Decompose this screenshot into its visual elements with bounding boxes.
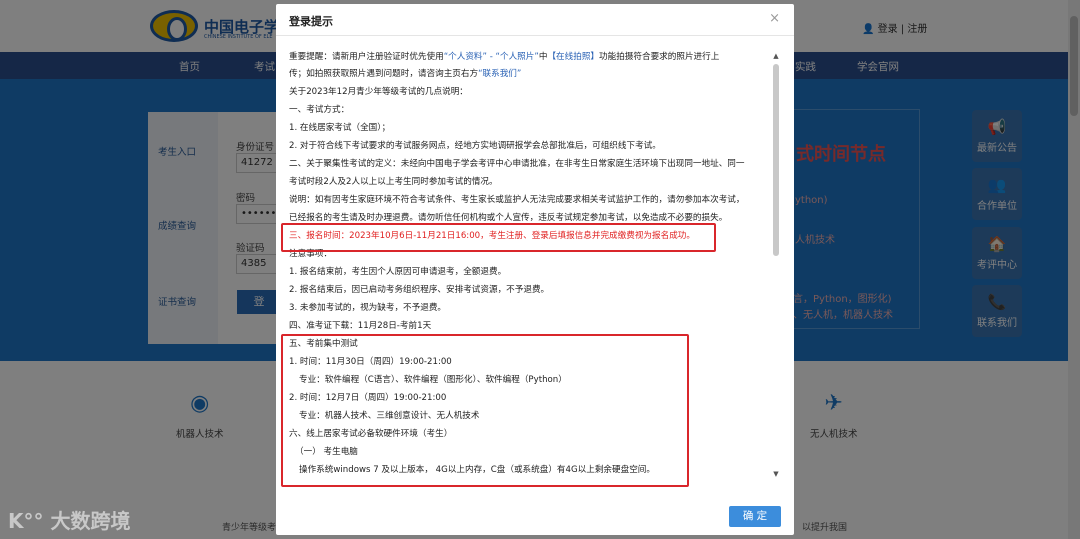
notice-line-1: 重要提醒：请新用户注册验证时优先使用“个人资料” - “个人照片”中【在线拍照】… [289, 51, 719, 63]
dialog-scrollbar[interactable]: ▲ ▼ [772, 52, 780, 480]
notice-text: 重要提醒：请新用户注册验证时优先使用 [289, 52, 444, 62]
notice-paragraph: 二、关于聚集性考试的定义：未经向中国电子学会考评中心申请批准，在非考生日常家庭生… [289, 159, 745, 169]
dialog-title: 登录提示 [289, 15, 333, 28]
notice-paragraph: 四、准考证下载：11月28日-考前1天 [289, 321, 432, 331]
notice-paragraph: 1. 在线居家考试（全国）； [289, 123, 391, 133]
notice-text: 传；如拍照获取照片遇到问题时，请咨询主页右方 [289, 69, 479, 79]
notice-paragraph: 1. 报名结束前，考生因个人原因可申请退考，全额退费。 [289, 267, 507, 277]
scroll-down-arrow-icon[interactable]: ▼ [772, 470, 780, 478]
notice-paragraph: 2. 对于符合线下考试要求的考试服务网点，经地方实地调研报学会总部批准后，可组织… [289, 141, 661, 151]
dialog-header: 登录提示 × [276, 4, 794, 36]
notice-paragraph: 3. 未参加考试的，视为缺考，不予退费。 [289, 303, 447, 313]
close-icon[interactable]: × [769, 11, 780, 26]
confirm-button[interactable]: 确 定 [729, 506, 781, 527]
dialog-scrollbar-thumb[interactable] [773, 64, 779, 256]
notice-paragraph: 说明：如有因考生家庭环境不符合考试条件、考生家长或监护人无法完成要求相关考试监护… [289, 195, 745, 205]
contact-us-link[interactable]: “联系我们” [478, 69, 521, 79]
registration-period-highlight [281, 223, 716, 252]
notice-line-2: 传；如拍照获取照片遇到问题时，请咨询主页右方“联系我们” [289, 68, 521, 80]
notice-paragraph: 2. 报名结束后，因已启动考务组织程序、安排考试资源，不予退费。 [289, 285, 550, 295]
pre-exam-test-highlight [281, 334, 689, 487]
personal-photo-link[interactable]: “个人资料” - “个人照片” [444, 52, 539, 62]
notice-paragraph: 考试时段2人及2人以上以上考生同时参加考试的情况。 [289, 177, 498, 187]
notice-paragraph: 关于2023年12月青少年等级考试的几点说明： [289, 87, 468, 97]
watermark: K°° 大数跨境 [8, 505, 130, 534]
watermark-logo-icon: K°° [8, 509, 51, 533]
notice-text: 功能拍摄符合要求的照片进行上 [599, 52, 720, 62]
notice-paragraph: 一、考试方式： [289, 105, 350, 115]
scroll-up-arrow-icon[interactable]: ▲ [772, 52, 780, 60]
watermark-text: 大数跨境 [50, 509, 131, 533]
online-photo-link[interactable]: 【在线拍照】 [547, 52, 599, 62]
